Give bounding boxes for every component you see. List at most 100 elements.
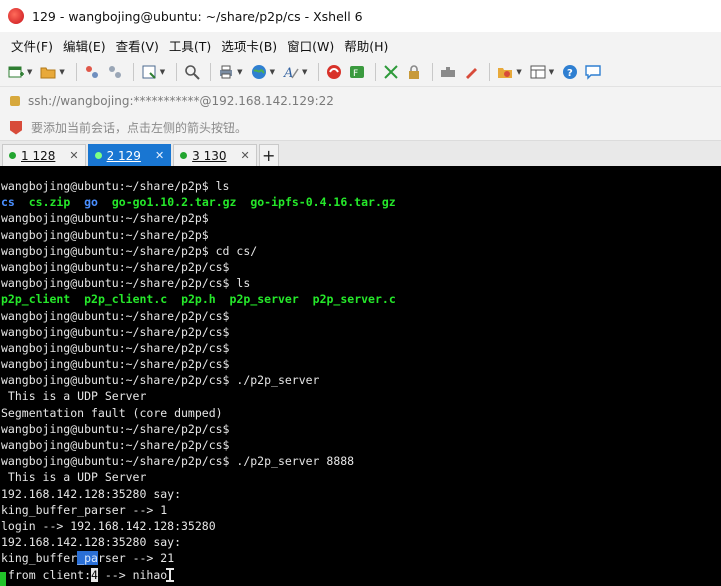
properties-icon[interactable] — [139, 62, 159, 82]
reconnect-icon[interactable] — [82, 62, 102, 82]
terminal-line: login --> 192.168.142.128:35280 — [1, 518, 216, 533]
svg-text:?: ? — [567, 68, 573, 79]
terminal-line: wangbojing@ubuntu:~/share/p2p/cs$ ./p2p_… — [1, 454, 355, 469]
terminal-line: from client:4 --> nihao — [1, 567, 721, 583]
close-icon[interactable]: ✕ — [241, 149, 250, 162]
menu-edit[interactable]: 编辑(E) — [58, 36, 111, 55]
tab-session-2[interactable]: 2 129 ✕ — [87, 144, 172, 166]
terminal-output[interactable]: wangbojing@ubuntu:~/share/p2p$ ls cs cs.… — [0, 166, 721, 586]
terminal-line: 192.168.142.128:35280 say: — [1, 535, 182, 550]
dir-entry: cs — [1, 195, 15, 210]
terminal-line: wangbojing@ubuntu:~/share/p2p/cs$ — [1, 259, 230, 274]
svg-text:F: F — [353, 69, 358, 79]
file-entry: cs.zip — [28, 195, 71, 210]
session-hint-bar: 要添加当前会话，点击左侧的箭头按钮。 — [0, 115, 721, 141]
bookmark-arrow-icon[interactable] — [10, 120, 22, 135]
lock-icon[interactable] — [404, 62, 424, 82]
new-session-icon[interactable] — [6, 62, 26, 82]
toolbar-separator — [132, 63, 134, 81]
toolbar-separator — [210, 63, 212, 81]
terminal-line: cs cs.zip go go-go1.10.2.tar.gz go-ipfs-… — [1, 194, 721, 210]
xshell-app-icon — [8, 8, 24, 24]
address-bar: ssh://wangbojing:***********@192.168.142… — [0, 87, 721, 115]
file-entry: go-ipfs-0.4.16.tar.gz — [250, 195, 396, 210]
session-hint-text: 要添加当前会话，点击左侧的箭头按钮。 — [31, 121, 248, 135]
session-tab-bar: 1 128 ✕ 2 129 ✕ 3 130 ✕ + — [0, 141, 721, 166]
xshell-icon[interactable] — [324, 62, 344, 82]
file-entry: p2p_server.c — [312, 292, 396, 307]
terminal-line: wangbojing@ubuntu:~/share/p2p/cs$ ls — [1, 276, 251, 291]
script-dropdown-icon[interactable]: ▼ — [516, 68, 521, 76]
scroll-position-marker — [0, 572, 6, 586]
terminal-line: p2p_client p2p_client.c p2p.h p2p_server… — [1, 291, 721, 307]
globe-icon[interactable] — [249, 62, 269, 82]
chat-icon[interactable] — [583, 62, 603, 82]
menu-window[interactable]: 窗口(W) — [282, 36, 339, 55]
close-icon[interactable]: ✕ — [155, 149, 164, 162]
close-icon[interactable]: ✕ — [69, 149, 78, 162]
tab-session-3[interactable]: 3 130 ✕ — [173, 144, 257, 166]
terminal-line: wangbojing@ubuntu:~/share/p2p/cs$ — [1, 324, 230, 339]
open-folder-icon[interactable] — [38, 62, 58, 82]
toolbar-separator — [318, 63, 320, 81]
window-title: 129 - wangbojing@ubuntu: ~/share/p2p/cs … — [32, 8, 363, 24]
help-icon[interactable]: ? — [560, 62, 580, 82]
properties-dropdown-icon[interactable]: ▼ — [160, 68, 165, 76]
tab-label: 2 129 — [106, 148, 141, 163]
text-selection: _pa — [77, 551, 98, 566]
toolbar-separator — [75, 63, 77, 81]
terminal-text: --> nihao — [97, 567, 168, 582]
terminal-line: wangbojing@ubuntu:~/share/p2p/cs$ — [1, 438, 230, 452]
terminal-line: This is a UDP Server — [1, 470, 147, 485]
globe-dropdown-icon[interactable]: ▼ — [270, 68, 275, 76]
menu-bar: 文件(F) 编辑(E) 查看(V) 工具(T) 选项卡(B) 窗口(W) 帮助(… — [0, 32, 721, 58]
address-text: ssh://wangbojing:***********@192.168.142… — [28, 94, 334, 108]
file-entry: go-go1.10.2.tar.gz — [111, 195, 237, 210]
font-dropdown-icon[interactable]: ▼ — [302, 68, 307, 76]
keyboard-icon[interactable] — [438, 62, 458, 82]
terminal-line: 192.168.142.128:35280 say: — [1, 486, 182, 501]
fullscreen-icon[interactable] — [381, 62, 401, 82]
tab-label: 3 130 — [192, 148, 227, 163]
add-tab-button[interactable]: + — [258, 144, 279, 166]
menu-view[interactable]: 查看(V) — [111, 36, 164, 55]
menu-tab[interactable]: 选项卡(B) — [216, 36, 282, 55]
menu-file[interactable]: 文件(F) — [6, 36, 58, 55]
terminal-line: wangbojing@ubuntu:~/share/p2p/cs$ — [1, 357, 230, 372]
terminal-text: rser --> 21 — [97, 551, 175, 566]
terminal-line: wangbojing@ubuntu:~/share/p2p/cs$ — [1, 308, 230, 323]
file-entry: p2p_server — [229, 292, 299, 307]
open-folder-dropdown-icon[interactable]: ▼ — [59, 68, 64, 76]
terminal-cursor: 4 — [91, 567, 98, 582]
terminal-line: wangbojing@ubuntu:~/share/p2p$ cd cs/ — [1, 243, 258, 258]
address-field[interactable]: ssh://wangbojing:***********@192.168.142… — [10, 90, 710, 112]
tab-session-1[interactable]: 1 128 ✕ — [2, 144, 86, 166]
lock-icon — [10, 96, 20, 106]
terminal-line: wangbojing@ubuntu:~/share/p2p/cs$ ./p2p_… — [1, 373, 320, 388]
new-session-dropdown-icon[interactable]: ▼ — [27, 68, 32, 76]
tab-label: 1 128 — [21, 148, 56, 163]
disconnect-icon[interactable] — [105, 62, 125, 82]
menu-tools[interactable]: 工具(T) — [164, 36, 216, 55]
terminal-text: king_buffer — [1, 551, 78, 566]
print-icon[interactable] — [216, 62, 236, 82]
connected-status-icon — [94, 152, 102, 159]
search-icon[interactable] — [182, 62, 202, 82]
font-icon[interactable]: A — [281, 62, 301, 82]
file-entry: p2p.h — [181, 292, 216, 307]
menu-help[interactable]: 帮助(H) — [339, 36, 393, 55]
layout-icon[interactable] — [528, 62, 548, 82]
layout-dropdown-icon[interactable]: ▼ — [549, 68, 554, 76]
xftp-icon[interactable]: F — [347, 62, 367, 82]
svg-text:A: A — [283, 66, 293, 80]
file-entry: p2p_client.c — [84, 292, 168, 307]
toolbar-separator — [176, 63, 178, 81]
script-icon[interactable] — [495, 62, 515, 82]
terminal-text: from client: — [1, 567, 92, 582]
toolbar: ▼ ▼ ▼ ▼ ▼ A ▼ F ▼ ▼ ? — [0, 58, 721, 87]
terminal-line: wangbojing@ubuntu:~/share/p2p$ — [1, 211, 209, 226]
terminal-line: wangbojing@ubuntu:~/share/p2p/cs$ — [1, 340, 230, 355]
highlight-icon[interactable] — [461, 62, 481, 82]
print-dropdown-icon[interactable]: ▼ — [237, 68, 242, 76]
connected-status-icon — [180, 152, 188, 159]
